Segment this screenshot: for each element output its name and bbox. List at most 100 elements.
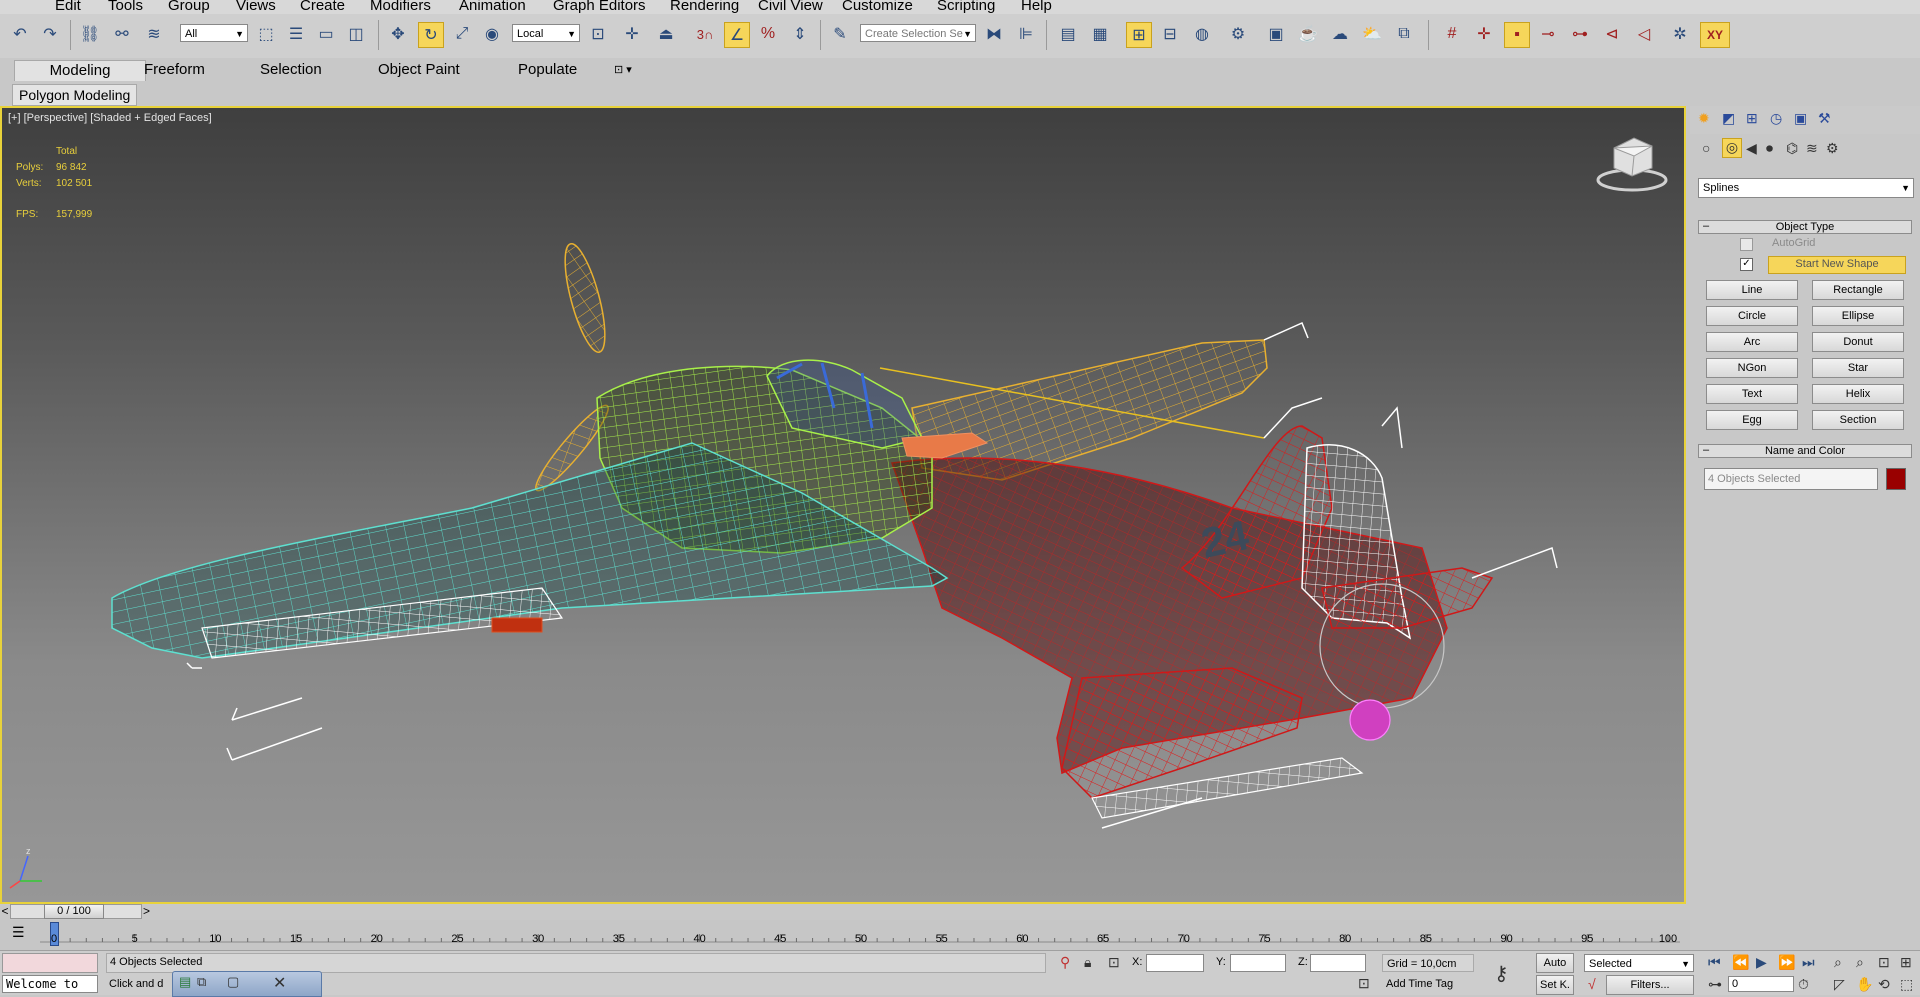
object-type-rollout-header[interactable]: – Object Type bbox=[1698, 220, 1912, 234]
pan-view-icon[interactable]: ✋ bbox=[1856, 976, 1873, 993]
subtab-polygon-modeling[interactable]: Polygon Modeling bbox=[12, 84, 138, 106]
curve-editor-icon[interactable]: ⊞ bbox=[1126, 22, 1152, 48]
time-slider[interactable]: 0 / 100 < > bbox=[0, 904, 1690, 920]
menu-graph-editors[interactable]: Graph Editors bbox=[553, 0, 646, 14]
modify-tab-icon[interactable]: ◩ bbox=[1722, 110, 1735, 127]
geometry-category-icon[interactable]: ○ bbox=[1702, 140, 1710, 156]
key-filters-curve-icon[interactable]: √ bbox=[1588, 976, 1596, 992]
axis-constraint-xy-button[interactable]: XY bbox=[1700, 22, 1730, 48]
menu-tools[interactable]: Tools bbox=[108, 0, 143, 14]
select-and-link-icon[interactable]: ⛓ bbox=[78, 22, 102, 46]
star-button[interactable]: Star bbox=[1812, 358, 1904, 378]
close-window-icon[interactable]: ✕ bbox=[273, 973, 286, 993]
previous-frame-icon[interactable]: ⏪ bbox=[1732, 954, 1749, 971]
layer-explorer-icon[interactable]: ▤ bbox=[1056, 22, 1080, 46]
unlink-icon[interactable]: ⚯ bbox=[110, 22, 134, 46]
display-tab-icon[interactable]: ▣ bbox=[1794, 110, 1807, 127]
set-key-mode-key-icon[interactable]: ⚷ bbox=[1494, 961, 1509, 986]
menu-views[interactable]: Views bbox=[236, 0, 276, 14]
play-icon[interactable]: ▶ bbox=[1756, 954, 1767, 971]
menu-help[interactable]: Help bbox=[1021, 0, 1052, 14]
midpoint-snap-icon[interactable]: ⊶ bbox=[1568, 22, 1592, 46]
edge-snap-icon[interactable]: ⊲ bbox=[1600, 22, 1624, 46]
tab-populate[interactable]: Populate bbox=[508, 60, 587, 80]
trackbar[interactable]: ☰ 0 5 10 15 20 25 30 35 40 45 50 55 60 65 70 75 80 85 90 95… bbox=[0, 920, 1690, 950]
selection-lock-icon[interactable]: 🔒︎ bbox=[1084, 954, 1091, 971]
x-coordinate-field[interactable] bbox=[1146, 954, 1204, 972]
menu-scripting[interactable]: Scripting bbox=[937, 0, 995, 14]
render-shortcut-icon[interactable]: ⧉ bbox=[1392, 22, 1416, 46]
auto-key-button[interactable]: Auto bbox=[1536, 953, 1574, 973]
tab-modeling[interactable]: Modeling bbox=[14, 60, 146, 81]
taskbar-popup[interactable]: ▤ ⧉ ▢ ✕ bbox=[172, 971, 322, 997]
start-new-shape-checkbox[interactable]: ✓ bbox=[1740, 258, 1753, 271]
use-pivot-center-icon[interactable]: ⊡ bbox=[586, 22, 610, 46]
utilities-tab-icon[interactable]: ⚒ bbox=[1818, 110, 1831, 127]
schematic-view-icon[interactable]: ⊟ bbox=[1158, 22, 1182, 46]
named-selection-sets-field[interactable]: Create Selection Se ▼ bbox=[860, 24, 976, 42]
endpoint-snap-icon[interactable]: ⊸ bbox=[1536, 22, 1560, 46]
object-color-swatch[interactable] bbox=[1886, 468, 1906, 490]
snap-settings-icon[interactable]: ✲ bbox=[1668, 22, 1692, 46]
time-slider-next[interactable]: > bbox=[143, 904, 150, 918]
window-crossing-icon[interactable]: ◫ bbox=[344, 22, 368, 46]
time-configuration-icon[interactable]: ⏱ bbox=[1798, 976, 1809, 993]
tab-object-paint[interactable]: Object Paint bbox=[368, 60, 470, 80]
object-name-field[interactable]: 4 Objects Selected bbox=[1704, 468, 1878, 490]
render-in-cloud-icon[interactable]: ⛅ bbox=[1360, 22, 1384, 46]
select-and-scale-icon[interactable]: ⤢ bbox=[450, 22, 474, 46]
angle-snap-icon[interactable]: ∠ bbox=[724, 22, 750, 48]
egg-button[interactable]: Egg bbox=[1706, 410, 1798, 430]
space-warps-category-icon[interactable]: ≋ bbox=[1806, 140, 1818, 157]
menu-customize[interactable]: Customize bbox=[842, 0, 913, 14]
snaps-toggle-icon[interactable]: 3 ∩ bbox=[690, 22, 720, 46]
object-category-dropdown[interactable]: Splines ▼ bbox=[1698, 178, 1914, 198]
z-coordinate-field[interactable] bbox=[1310, 954, 1366, 972]
pivot-snap-icon[interactable]: ✛ bbox=[1472, 22, 1496, 46]
line-button[interactable]: Line bbox=[1706, 280, 1798, 300]
key-mode-toggle-icon[interactable]: ⊶ bbox=[1708, 976, 1722, 993]
section-button[interactable]: Section bbox=[1812, 410, 1904, 430]
select-and-move-icon[interactable]: ✥ bbox=[386, 22, 410, 46]
tab-selection[interactable]: Selection bbox=[250, 60, 332, 80]
zoom-extents-all-icon[interactable]: ⊞ bbox=[1900, 954, 1912, 971]
lights-category-icon[interactable]: ◀ bbox=[1746, 140, 1757, 157]
redo-icon[interactable]: ↷ bbox=[38, 22, 62, 46]
selection-filter-dropdown[interactable]: All ▼ bbox=[180, 24, 248, 42]
select-object-icon[interactable]: ⬚ bbox=[254, 22, 278, 46]
align-icon[interactable]: ⊫ bbox=[1014, 22, 1038, 46]
bind-to-space-warp-icon[interactable]: ≋ bbox=[142, 22, 166, 46]
percent-snap-icon[interactable]: % bbox=[756, 22, 780, 46]
autogrid-checkbox[interactable] bbox=[1740, 238, 1753, 251]
key-filters-button[interactable]: Filters... bbox=[1606, 975, 1694, 995]
shapes-category-icon[interactable]: ◎ bbox=[1722, 138, 1742, 158]
orbit-icon[interactable]: ⟲ bbox=[1878, 976, 1890, 993]
cameras-category-icon[interactable]: ⏺ bbox=[1766, 140, 1773, 157]
current-frame-field[interactable]: 0 bbox=[1728, 976, 1794, 992]
maximize-window-icon[interactable]: ▢ bbox=[227, 974, 239, 990]
go-to-end-icon[interactable]: ⏭ bbox=[1802, 954, 1815, 971]
select-and-rotate-icon[interactable]: ↻ bbox=[418, 22, 444, 48]
keyboard-shortcut-override-icon[interactable]: ⏏ bbox=[654, 22, 678, 46]
circle-button[interactable]: Circle bbox=[1706, 306, 1798, 326]
mini-curve-editor-icon[interactable]: ☰ bbox=[0, 920, 40, 950]
start-new-shape-button[interactable]: Start New Shape bbox=[1768, 256, 1906, 274]
add-time-tag[interactable]: Add Time Tag bbox=[1386, 978, 1453, 990]
zoom-all-icon[interactable]: ⌕ bbox=[1856, 954, 1864, 971]
menu-edit[interactable]: Edit bbox=[55, 0, 81, 14]
helpers-category-icon[interactable]: ⌬ bbox=[1786, 140, 1798, 157]
maximize-viewport-icon[interactable]: ⬚ bbox=[1900, 976, 1913, 993]
maxscript-listener-mini[interactable] bbox=[2, 953, 98, 973]
time-tag-icon[interactable]: ⊡ bbox=[1358, 975, 1370, 992]
render-iterative-icon[interactable]: ☁ bbox=[1328, 22, 1352, 46]
edit-named-selection-icon[interactable]: ✎ bbox=[828, 22, 852, 46]
select-manipulate-icon[interactable]: ✛ bbox=[620, 22, 644, 46]
create-tab-icon[interactable]: ✹ bbox=[1698, 110, 1710, 127]
zoom-icon[interactable]: ⌕ bbox=[1834, 954, 1842, 971]
render-production-icon[interactable]: ☕ bbox=[1296, 22, 1320, 46]
next-frame-icon[interactable]: ⏩ bbox=[1778, 954, 1795, 971]
isolate-selection-icon[interactable]: ⚲ bbox=[1060, 954, 1070, 971]
spinner-snap-icon[interactable]: ⇕ bbox=[788, 22, 812, 46]
hierarchy-tab-icon[interactable]: ⊞ bbox=[1746, 110, 1758, 127]
field-of-view-icon[interactable]: ◸ bbox=[1834, 976, 1845, 993]
